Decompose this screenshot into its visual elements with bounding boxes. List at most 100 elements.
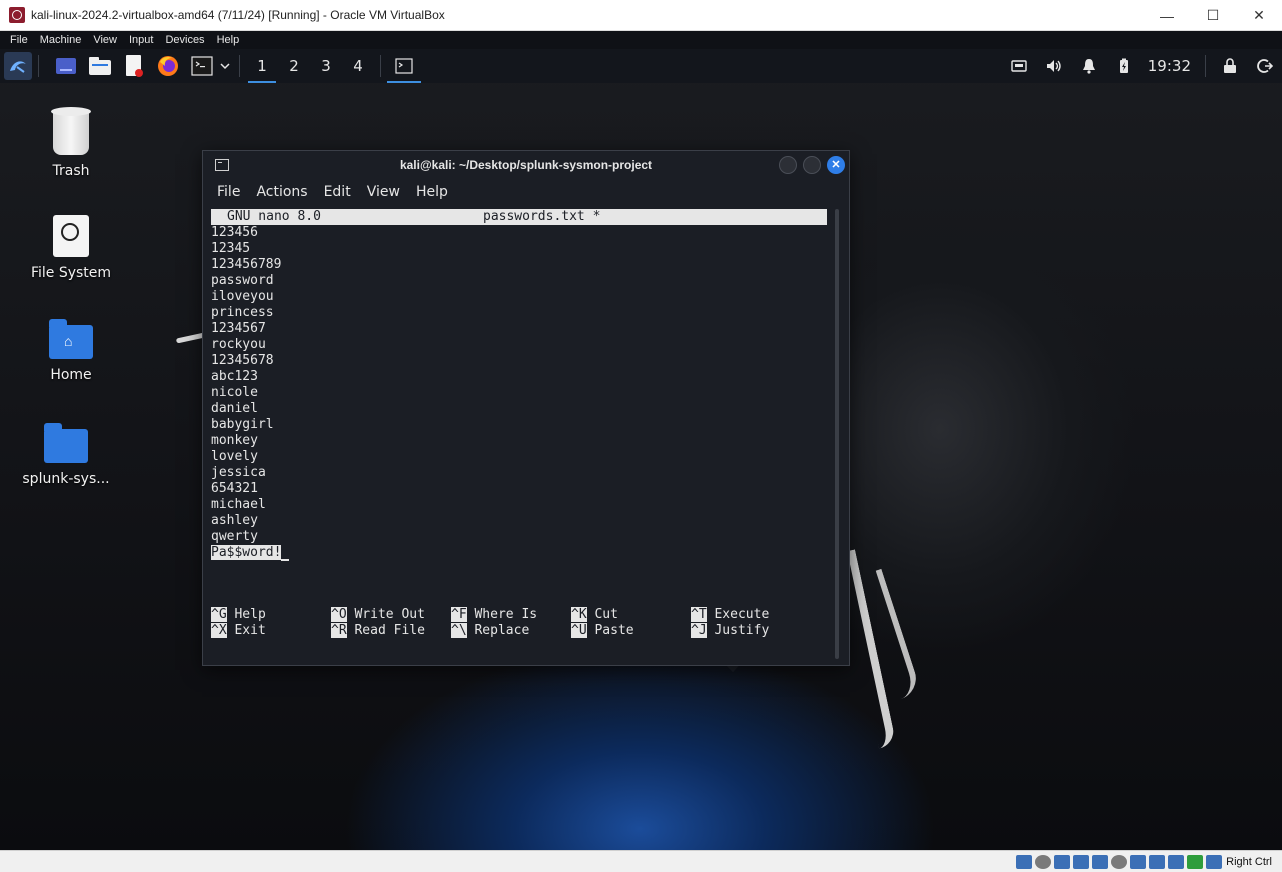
terminal-menu-bar: File Actions Edit View Help — [203, 179, 849, 205]
text-cursor — [281, 559, 290, 561]
battery-icon[interactable] — [1107, 49, 1142, 83]
terminal-menu-help[interactable]: Help — [408, 184, 456, 200]
terminal-menu-view[interactable]: View — [359, 184, 408, 200]
usb-icon[interactable] — [1092, 854, 1109, 869]
nano-editor[interactable]: GNU nano 8.0 passwords.txt * 123456 1234… — [211, 209, 837, 659]
nano-version: GNU nano 8.0 — [227, 209, 321, 224]
shortcut-label: Execute — [714, 607, 770, 622]
host-menu-machine[interactable]: Machine — [34, 31, 88, 49]
shortcut-replace[interactable]: ^\ Replace — [451, 623, 529, 639]
chevron-down-icon[interactable] — [217, 53, 233, 79]
file-line: abc123 — [211, 369, 258, 384]
workspace-3[interactable]: 3 — [310, 49, 342, 83]
panel-separator — [380, 55, 381, 77]
mouse-integration-icon[interactable] — [1187, 854, 1204, 869]
terminal-close-button[interactable]: ✕ — [827, 156, 845, 174]
host-menu-bar: File Machine View Input Devices Help — [0, 31, 1282, 49]
file-line: 12345 — [211, 241, 837, 257]
taskbar-terminal-button[interactable] — [387, 49, 421, 83]
terminal-menu-edit[interactable]: Edit — [316, 184, 359, 200]
file-line: 1234567 — [211, 321, 266, 336]
shortcut-key: ^G — [211, 607, 227, 622]
shortcut-paste[interactable]: ^U Paste — [571, 623, 634, 639]
volume-icon[interactable] — [1037, 49, 1072, 83]
shortcut-exit[interactable]: ^X Exit — [211, 623, 266, 639]
shortcut-read-file[interactable]: ^R Read File — [331, 623, 425, 639]
shortcut-label: Write Out — [354, 607, 425, 622]
host-window-controls: — ☐ ✕ — [1144, 0, 1282, 31]
desktop-icon-trash[interactable]: Trash — [21, 107, 121, 179]
desktop-icon-splunk-folder[interactable]: splunk-sys... — [16, 423, 116, 487]
file-line: monkey — [211, 433, 258, 448]
desktop-icon-home[interactable]: ⌂ Home — [21, 319, 121, 383]
shortcut-label: Replace — [474, 623, 530, 638]
terminal-title: kali@kali: ~/Desktop/splunk-sysmon-proje… — [399, 158, 653, 172]
text-editor-icon[interactable] — [121, 53, 147, 79]
minimize-button[interactable]: — — [1144, 0, 1190, 31]
host-menu-devices[interactable]: Devices — [159, 31, 210, 49]
nano-header-bar: GNU nano 8.0 passwords.txt * — [211, 209, 827, 225]
keyboard-capture-icon[interactable] — [1206, 854, 1223, 869]
close-button[interactable]: ✕ — [1236, 0, 1282, 31]
shortcut-label: Justify — [714, 623, 770, 638]
firefox-icon[interactable] — [155, 53, 181, 79]
shortcut-help[interactable]: ^G Help — [211, 607, 266, 623]
file-line: ashley — [211, 513, 258, 528]
host-menu-view[interactable]: View — [87, 31, 123, 49]
shortcut-key: ^U — [571, 623, 587, 638]
guest-desktop[interactable]: 1 2 3 4 19:32 Trash File System ⌂ Home s… — [0, 49, 1282, 850]
file-line: rockyou — [211, 337, 266, 352]
shortcut-key: ^O — [331, 607, 347, 622]
nano-filename: passwords.txt * — [483, 209, 601, 224]
file-line: 654321 — [211, 481, 258, 496]
network-adapter-icon[interactable] — [1073, 854, 1090, 869]
desktop-icon-file-system[interactable]: File System — [21, 215, 121, 281]
shortcut-key: ^K — [571, 607, 587, 622]
network-icon[interactable] — [1002, 49, 1037, 83]
maximize-button[interactable]: ☐ — [1190, 0, 1236, 31]
show-desktop-icon[interactable] — [53, 53, 79, 79]
hard-disk-icon[interactable] — [1016, 854, 1033, 869]
shortcut-write-out[interactable]: ^O Write Out — [331, 607, 425, 623]
home-folder-icon: ⌂ — [49, 319, 93, 359]
lock-screen-icon[interactable] — [1212, 49, 1247, 83]
file-line: qwerty — [211, 529, 258, 544]
workspace-2[interactable]: 2 — [278, 49, 310, 83]
logout-icon[interactable] — [1247, 49, 1282, 83]
host-menu-help[interactable]: Help — [211, 31, 246, 49]
host-menu-input[interactable]: Input — [123, 31, 159, 49]
shortcut-label: Where Is — [474, 607, 538, 622]
desktop-icon-label: File System — [30, 265, 112, 281]
shortcut-key: ^X — [211, 623, 227, 638]
display-icon[interactable] — [1130, 854, 1147, 869]
workspace-4[interactable]: 4 — [342, 49, 374, 83]
current-file-line[interactable]: Pa$$word! — [211, 545, 837, 561]
shortcut-execute[interactable]: ^T Execute — [691, 607, 769, 623]
file-line: daniel — [211, 401, 258, 416]
kali-menu-icon[interactable] — [4, 52, 32, 80]
workspace-1[interactable]: 1 — [246, 49, 278, 83]
terminal-menu-file[interactable]: File — [209, 184, 248, 200]
terminal-minimize-button[interactable] — [779, 156, 797, 174]
audio-icon[interactable] — [1054, 854, 1071, 869]
recording-icon[interactable] — [1149, 854, 1166, 869]
terminal-window[interactable]: kali@kali: ~/Desktop/splunk-sysmon-proje… — [202, 150, 850, 666]
trash-icon — [51, 107, 91, 155]
panel-separator — [38, 55, 39, 77]
shortcut-cut[interactable]: ^K Cut — [571, 607, 618, 623]
terminal-maximize-button[interactable] — [803, 156, 821, 174]
shortcut-justify[interactable]: ^J Justify — [691, 623, 769, 639]
cpu-icon[interactable] — [1168, 854, 1185, 869]
optical-drive-icon[interactable] — [1035, 854, 1052, 869]
shared-folders-icon[interactable] — [1111, 854, 1128, 869]
terminal-menu-actions[interactable]: Actions — [248, 184, 315, 200]
file-manager-icon[interactable] — [87, 53, 113, 79]
shortcut-where-is[interactable]: ^F Where Is — [451, 607, 537, 623]
panel-clock[interactable]: 19:32 — [1142, 57, 1199, 75]
host-menu-file[interactable]: File — [0, 31, 34, 49]
terminal-title-bar[interactable]: kali@kali: ~/Desktop/splunk-sysmon-proje… — [203, 151, 849, 179]
nano-shortcut-bar: ^G Help ^O Write Out ^F Where Is ^K Cut … — [211, 607, 837, 639]
terminal-scrollbar[interactable] — [835, 209, 839, 659]
notifications-bell-icon[interactable] — [1072, 49, 1107, 83]
terminal-launcher-icon[interactable] — [189, 53, 215, 79]
